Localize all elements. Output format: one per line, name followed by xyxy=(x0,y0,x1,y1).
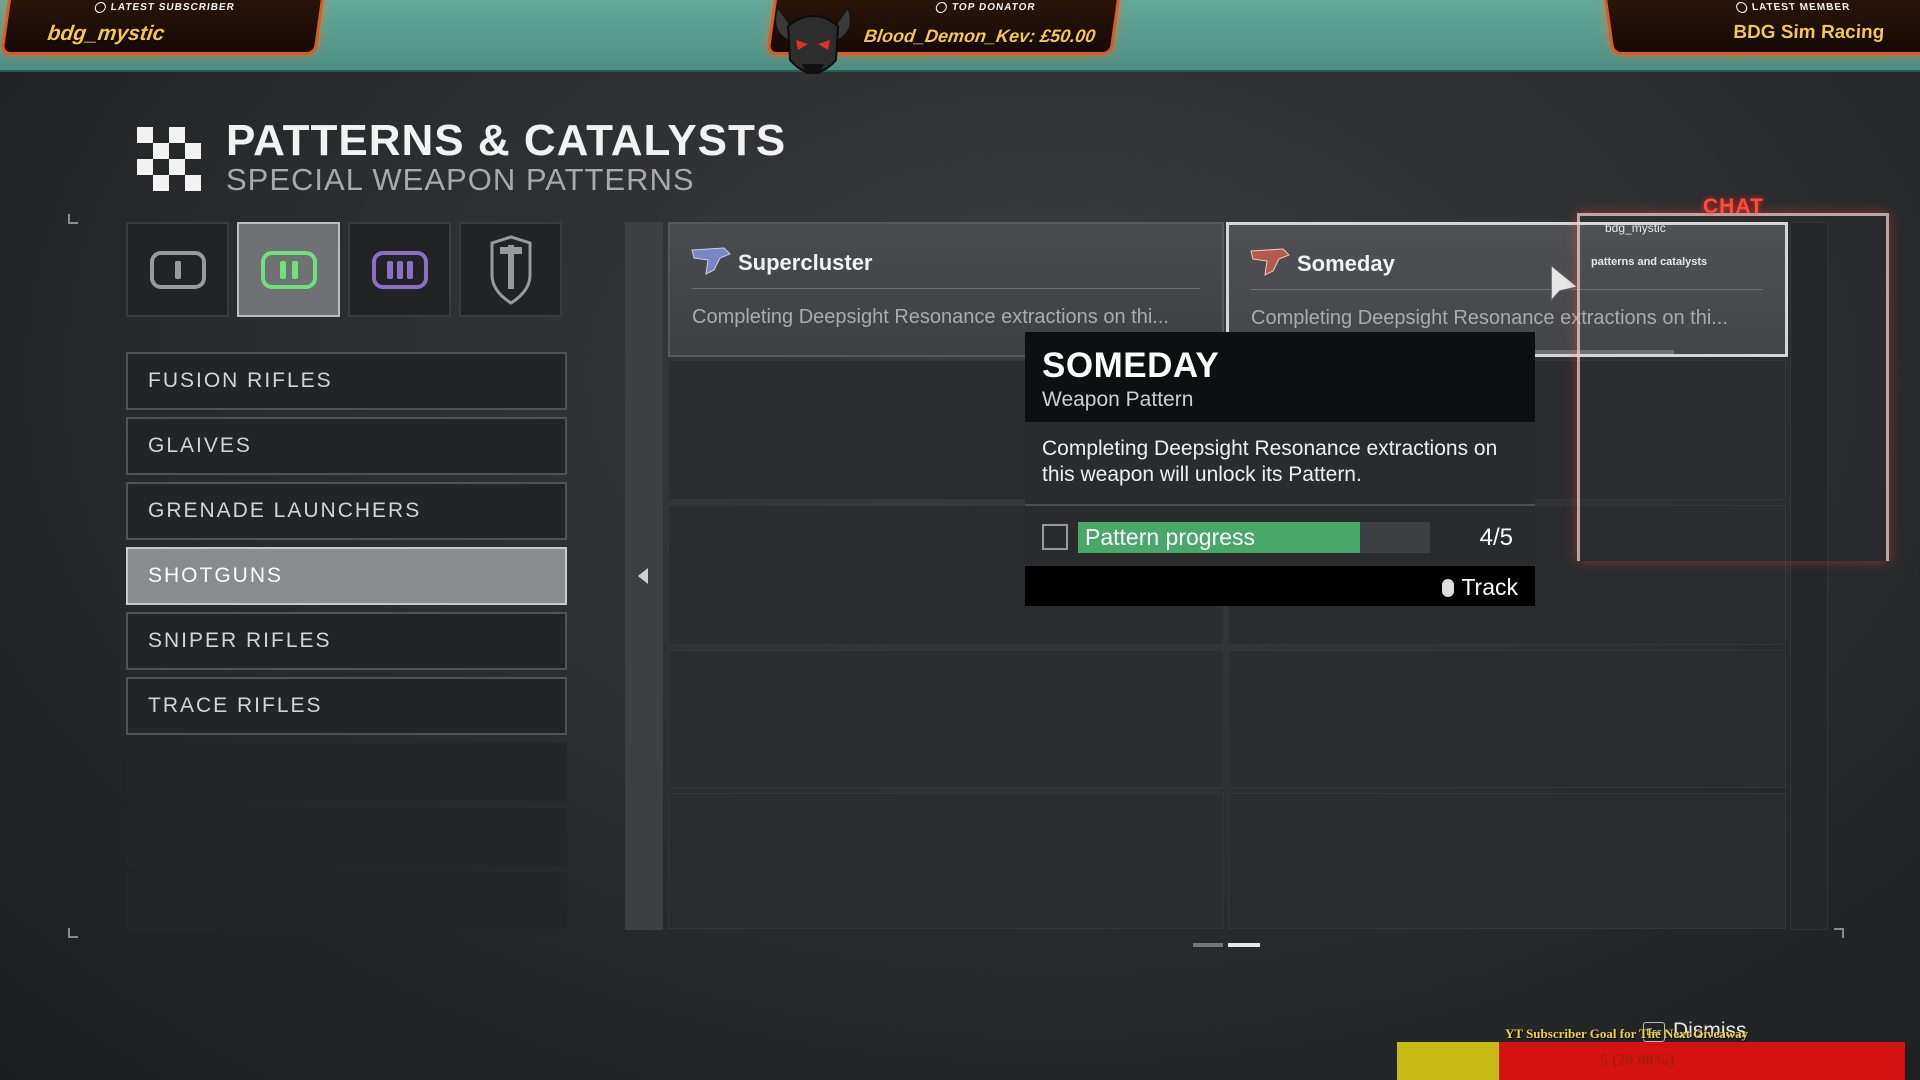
category-label: GLAIVES xyxy=(148,434,252,457)
grid-cell xyxy=(1228,793,1786,929)
latest-member-name: BDG Sim Racing xyxy=(1731,22,1886,43)
demon-skull-icon xyxy=(775,6,851,74)
grid-cell xyxy=(1228,650,1786,788)
category-label: TRACE RIFLES xyxy=(148,694,323,717)
latest-member-panel: LATEST MEMBER BDG Sim Racing xyxy=(1604,0,1920,55)
chat-message: patterns and catalysts xyxy=(1591,256,1708,268)
progress-bar: Pattern progress xyxy=(1078,522,1430,553)
category-empty-slot xyxy=(126,872,567,930)
shield-icon xyxy=(490,234,531,305)
frame-corner xyxy=(68,214,78,224)
category-label: SHOTGUNS xyxy=(148,564,284,587)
heavy-ammo-icon xyxy=(371,250,428,289)
frame-corner xyxy=(1834,928,1844,938)
grid-cell xyxy=(668,793,1224,929)
progress-checkbox xyxy=(1042,524,1068,550)
category-sniper-rifles[interactable]: SNIPER RIFLES xyxy=(126,612,567,670)
divider xyxy=(692,288,1200,289)
tab-shield[interactable] xyxy=(459,222,562,317)
tooltip-type: Weapon Pattern xyxy=(1042,388,1194,411)
subscriber-goal-fill xyxy=(1397,1042,1499,1080)
page-indicator-1 xyxy=(1193,943,1223,947)
page-subtitle: SPECIAL WEAPON PATTERNS xyxy=(226,162,695,197)
info-icon xyxy=(1735,2,1748,13)
category-glaives[interactable]: GLAIVES xyxy=(126,417,567,475)
page-indicator-2-active xyxy=(1228,943,1260,947)
track-label: Track xyxy=(1461,574,1518,600)
category-empty-slot xyxy=(126,743,567,801)
category-label: SNIPER RIFLES xyxy=(148,629,332,652)
subscriber-goal-title: YT Subscriber Goal for The Next Giveaway xyxy=(1505,1026,1749,1041)
kinetic-ammo-icon xyxy=(149,250,206,289)
category-fusion-rifles[interactable]: FUSION RIFLES xyxy=(126,352,567,410)
latest-subscriber-name: bdg_mystic xyxy=(46,22,167,45)
page-title: PATTERNS & CATALYSTS xyxy=(226,116,787,165)
track-button[interactable]: Track xyxy=(1442,574,1518,601)
pattern-description: Completing Deepsight Resonance extractio… xyxy=(692,306,1169,328)
pattern-name: Supercluster xyxy=(738,250,873,275)
category-grenade-launchers[interactable]: GRENADE LAUNCHERS xyxy=(126,482,567,540)
frame-corner xyxy=(68,928,78,938)
latest-subscriber-label: LATEST SUBSCRIBER xyxy=(109,2,236,14)
chat-label: CHAT xyxy=(1703,195,1764,218)
category-label: GRENADE LAUNCHERS xyxy=(148,499,422,522)
checker-icon xyxy=(137,127,203,193)
shotgun-icon xyxy=(1250,248,1290,276)
category-empty-slot xyxy=(126,808,567,866)
progress-label: Pattern progress xyxy=(1085,524,1256,550)
category-shotguns[interactable]: SHOTGUNS xyxy=(126,547,567,605)
top-donator-label: TOP DONATOR xyxy=(951,2,1037,14)
grid-cell xyxy=(668,650,1224,788)
category-label: FUSION RIFLES xyxy=(148,369,333,392)
pattern-name: Someday xyxy=(1297,251,1395,276)
tab-kinetic-ammo[interactable] xyxy=(126,222,229,317)
tab-special-ammo[interactable] xyxy=(237,222,340,317)
shotgun-icon xyxy=(691,247,731,275)
progress-count: 4/5 xyxy=(1479,524,1513,551)
mouse-icon xyxy=(1442,579,1455,597)
category-trace-rifles[interactable]: TRACE RIFLES xyxy=(126,677,567,735)
latest-subscriber-panel: LATEST SUBSCRIBER bdg_mystic xyxy=(0,0,324,55)
latest-member-label: LATEST MEMBER xyxy=(1751,2,1852,14)
tooltip-title: SOMEDAY xyxy=(1042,346,1220,385)
info-icon xyxy=(935,2,948,13)
subscriber-goal-text: 5 (20.00%) xyxy=(1600,1052,1675,1069)
top-donator-text: Blood_Demon_Kev: £50.00 xyxy=(862,26,1097,46)
pattern-progress-row: Pattern progress 4/5 xyxy=(1025,506,1535,566)
chat-username: bdg_mystic xyxy=(1605,221,1666,235)
pattern-tooltip: SOMEDAY Weapon Pattern Completing Deepsi… xyxy=(1025,332,1535,606)
arrow-left-icon xyxy=(638,568,648,584)
special-ammo-icon xyxy=(260,250,317,289)
tooltip-description: Completing Deepsight Resonance extractio… xyxy=(1025,422,1535,506)
info-icon xyxy=(94,2,107,13)
tab-heavy-ammo[interactable] xyxy=(348,222,451,317)
